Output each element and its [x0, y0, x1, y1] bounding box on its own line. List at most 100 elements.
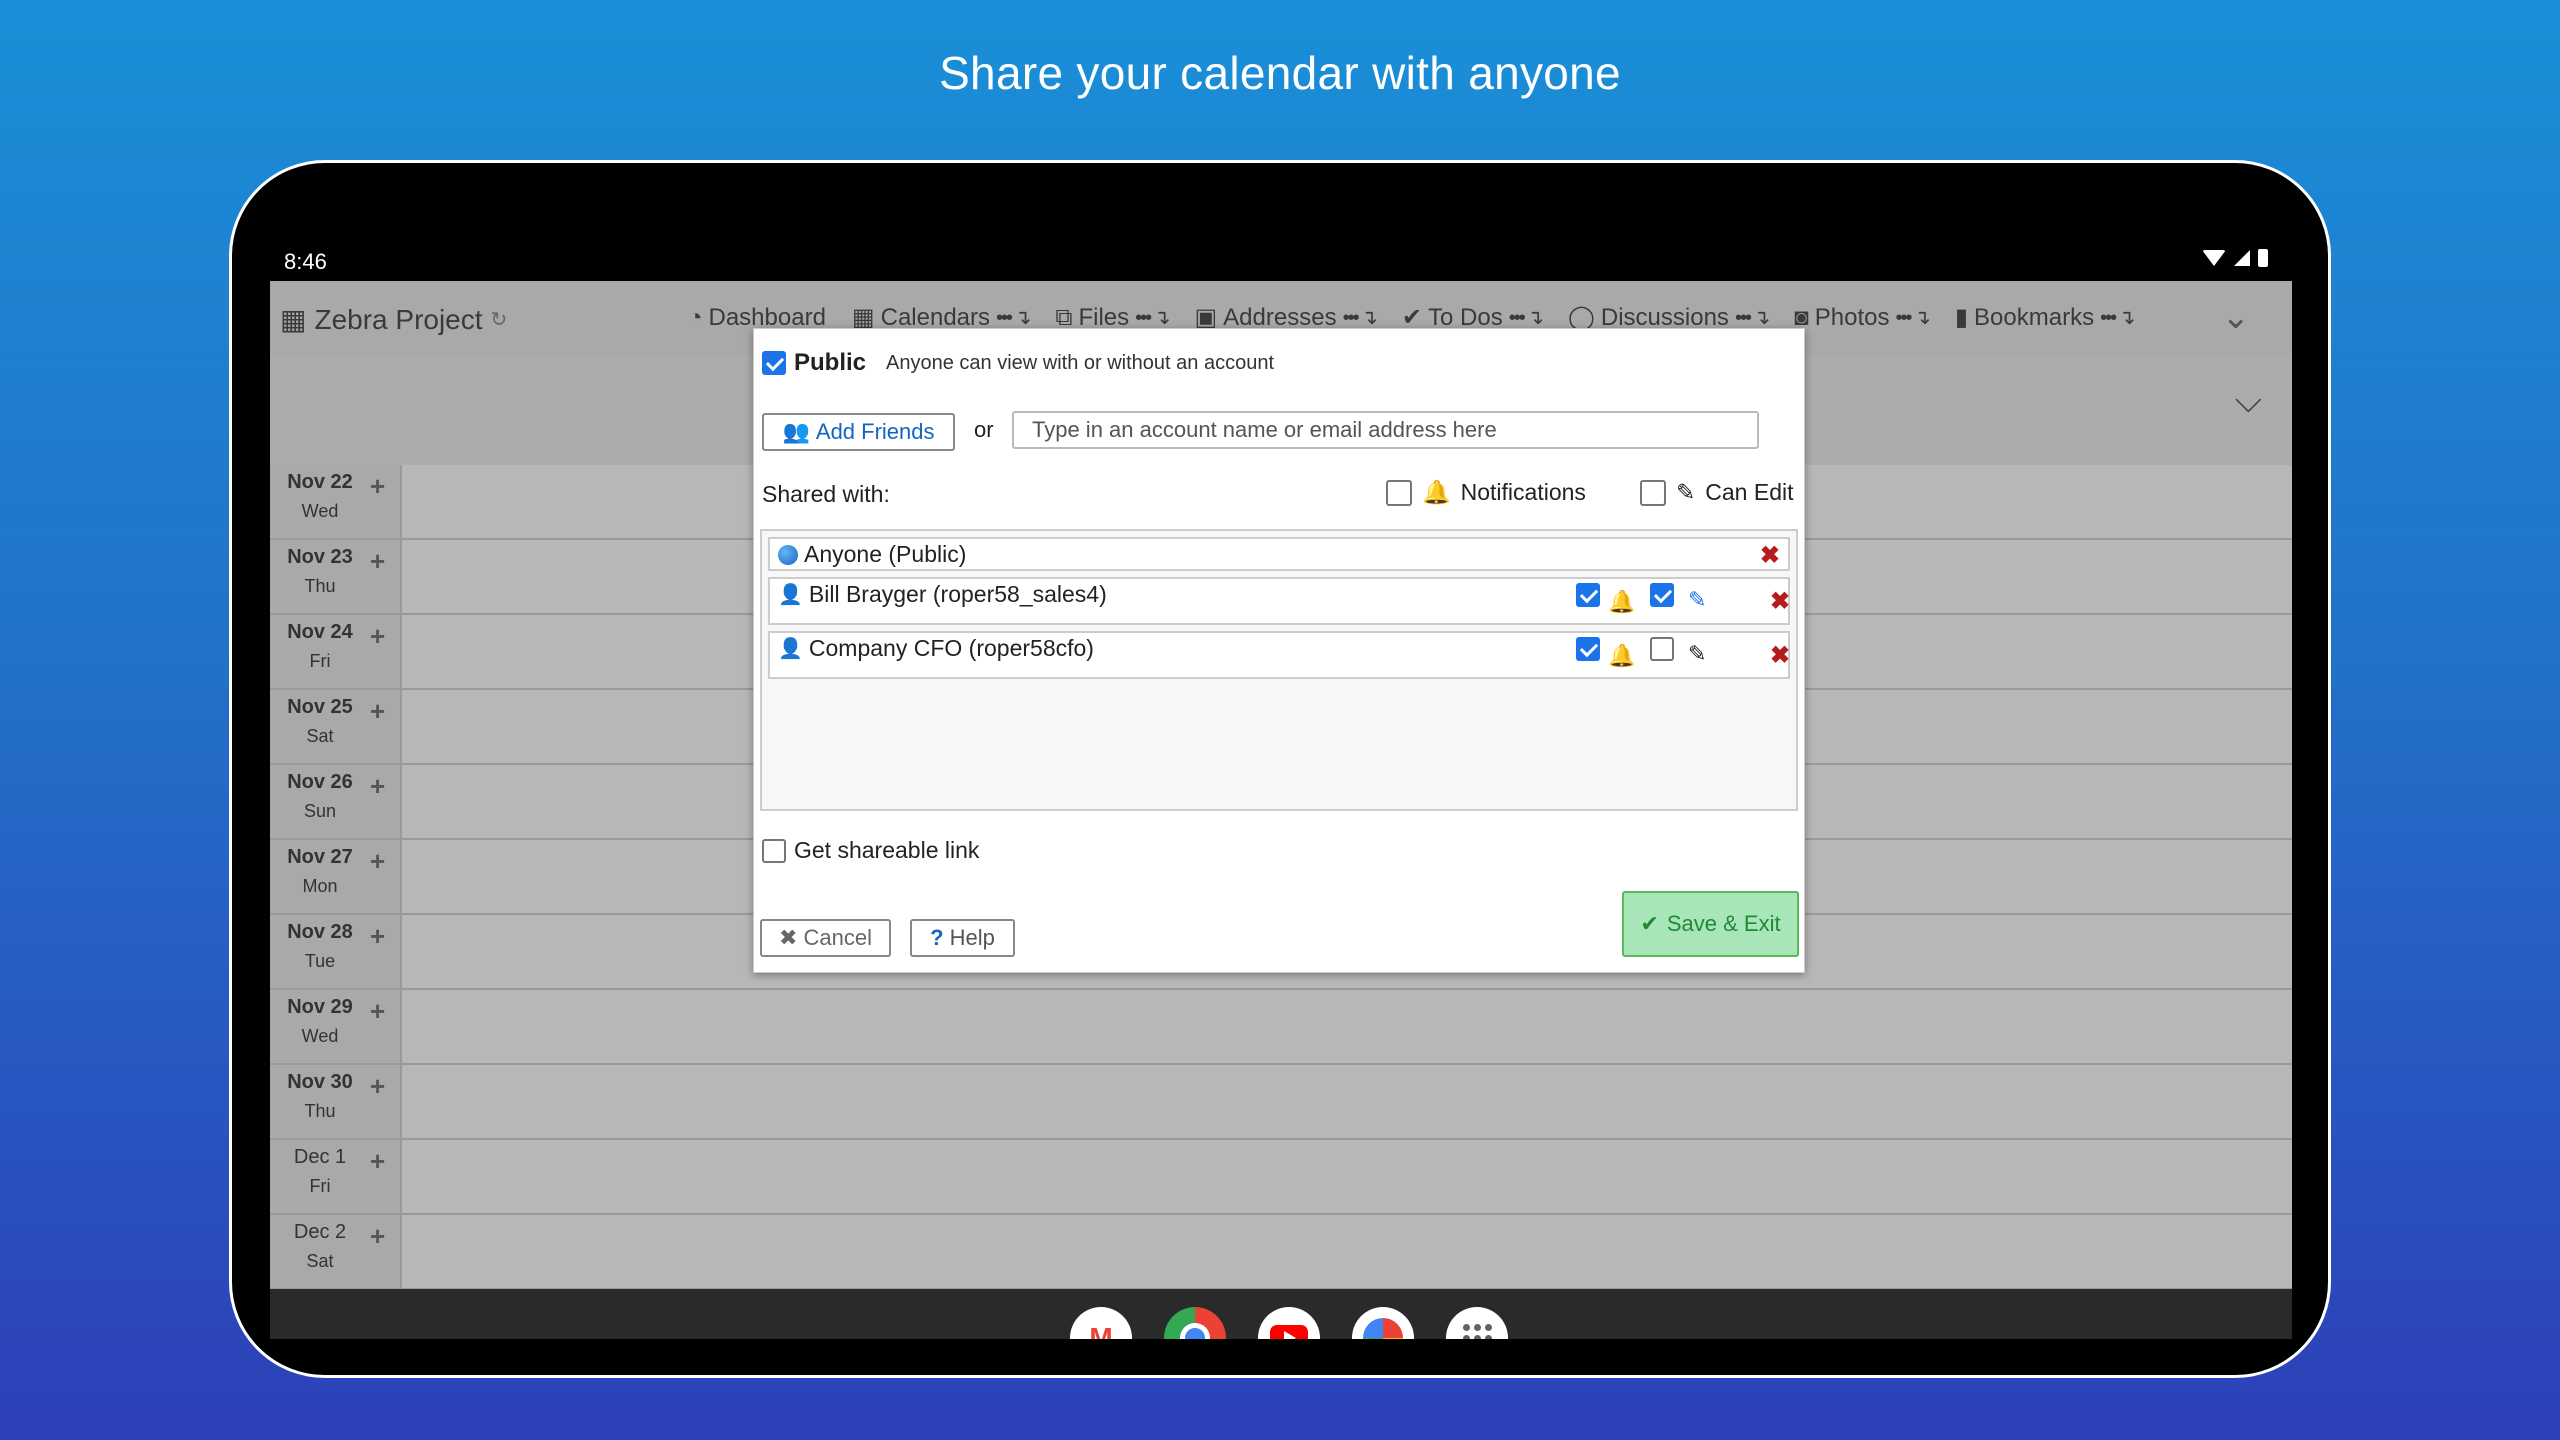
add-event-icon[interactable]: +: [370, 546, 385, 577]
shareable-link-option: Get shareable link: [762, 837, 979, 864]
calendar-icon: ▦: [280, 304, 307, 335]
battery-icon: [2258, 249, 2268, 267]
add-event-icon[interactable]: +: [370, 996, 385, 1027]
add-event-icon[interactable]: +: [370, 696, 385, 727]
save-exit-button[interactable]: ✔ Save & Exit: [1622, 891, 1799, 957]
more-menu-icon[interactable]: ••• ↴: [1735, 305, 1770, 330]
shareable-link-checkbox[interactable]: [762, 838, 786, 863]
more-menu-icon[interactable]: ••• ↴: [1895, 305, 1930, 330]
day-row: Nov 29 Wed +: [270, 990, 2292, 1065]
app-drawer-icon[interactable]: [1446, 1307, 1508, 1339]
day-label: Nov 26 Sun +: [270, 765, 400, 838]
nav-item-photos[interactable]: ◙ Photos ••• ↴: [1794, 303, 1931, 332]
remove-icon[interactable]: ✖: [1760, 541, 1780, 570]
day-cell[interactable]: [400, 1065, 2292, 1138]
public-checkbox[interactable]: [762, 351, 786, 375]
shared-with-label: Shared with:: [762, 481, 890, 507]
day-date: Nov 28: [287, 921, 353, 943]
day-label: Nov 24 Fri +: [270, 615, 400, 688]
add-event-icon[interactable]: +: [370, 771, 385, 802]
day-date: Nov 23: [287, 546, 353, 568]
status-icons: [2202, 249, 2268, 267]
day-label: Nov 27 Mon +: [270, 840, 400, 913]
cancel-label: Cancel: [803, 925, 872, 950]
add-event-icon[interactable]: +: [370, 1146, 385, 1177]
pencil-icon: ✎: [1676, 479, 1696, 505]
day-date: Nov 27: [287, 846, 353, 868]
collapse-menu-icon[interactable]: ⌄: [2222, 297, 2251, 337]
day-date: Nov 25: [287, 696, 353, 718]
check-icon: ✔: [1640, 911, 1659, 936]
day-row: Dec 2 Sat +: [270, 1215, 2292, 1290]
nav-item-bookmarks[interactable]: ▮ Bookmarks ••• ↴: [1954, 303, 2136, 332]
chrome-icon[interactable]: [1164, 1307, 1226, 1339]
more-menu-icon[interactable]: ••• ↴: [2100, 305, 2135, 330]
add-friends-button[interactable]: 👥 Add Friends: [762, 413, 955, 451]
day-weekday: Sat: [306, 1251, 334, 1271]
day-cell[interactable]: [400, 1215, 2292, 1288]
more-menu-icon[interactable]: ••• ↴: [1135, 305, 1170, 330]
day-label: Nov 22 Wed +: [270, 465, 400, 538]
add-event-icon[interactable]: +: [370, 921, 385, 952]
add-event-icon[interactable]: +: [370, 846, 385, 877]
nav-item-label: Bookmarks: [1974, 303, 2095, 331]
project-title: Zebra Project: [314, 303, 483, 335]
account-search-input[interactable]: [1012, 411, 1759, 449]
day-weekday: Thu: [304, 576, 336, 596]
share-row-name: Company CFO (roper58cfo): [808, 635, 1094, 661]
cancel-button[interactable]: ✖ Cancel: [760, 919, 891, 957]
gmail-icon[interactable]: M: [1070, 1307, 1132, 1339]
add-event-icon[interactable]: +: [370, 1071, 385, 1102]
refresh-icon[interactable]: ↻: [491, 307, 508, 332]
day-weekday: Thu: [304, 1101, 336, 1121]
share-row-user: 👤 Company CFO (roper58cfo) 🔔 ✎ ✖: [768, 631, 1790, 679]
help-button[interactable]: ? Help: [910, 919, 1015, 957]
day-weekday: Tue: [304, 951, 336, 971]
share-row-user: 👤 Bill Brayger (roper58_sales4) 🔔 ✎ ✖: [768, 577, 1790, 625]
shareable-link-label: Get shareable link: [794, 837, 980, 863]
more-menu-icon[interactable]: ••• ↴: [1509, 305, 1544, 330]
day-row: Dec 1 Fri +: [270, 1140, 2292, 1215]
photos-icon[interactable]: [1352, 1307, 1414, 1339]
public-option: Public Anyone can view with or without a…: [762, 349, 1274, 377]
can-edit-all-checkbox[interactable]: [1640, 479, 1666, 506]
remove-icon[interactable]: ✖: [1770, 587, 1790, 616]
add-event-icon[interactable]: +: [370, 1221, 385, 1252]
chevron-down-icon[interactable]: ⌵: [2235, 379, 2262, 422]
pencil-icon: ✎: [1688, 587, 1707, 612]
can-edit-label: Can Edit: [1705, 479, 1794, 505]
day-cell[interactable]: [400, 990, 2292, 1063]
cellular-icon: [2234, 250, 2250, 266]
day-date: Nov 26: [287, 771, 353, 793]
day-label: Dec 1 Fri +: [270, 1140, 400, 1213]
notifications-all-checkbox[interactable]: [1386, 479, 1412, 506]
day-label: Nov 30 Thu +: [270, 1065, 400, 1138]
day-weekday: Fri: [309, 1176, 331, 1196]
promo-headline: Share your calendar with anyone: [939, 47, 1621, 99]
project-brand[interactable]: ▦ Zebra Project ↻: [280, 303, 507, 336]
more-menu-icon[interactable]: ••• ↴: [1343, 305, 1378, 330]
add-event-icon[interactable]: +: [370, 471, 385, 502]
pencil-icon: ✎: [1688, 641, 1707, 666]
more-menu-icon[interactable]: ••• ↴: [996, 305, 1031, 330]
share-dialog: Public Anyone can view with or without a…: [753, 328, 1805, 973]
add-event-icon[interactable]: +: [370, 621, 385, 652]
edit-checkbox[interactable]: [1650, 637, 1674, 661]
share-row-name: Bill Brayger (roper58_sales4): [808, 581, 1107, 607]
bell-icon: 🔔: [1608, 589, 1636, 614]
bookmark-icon: ▮: [1954, 304, 1969, 331]
youtube-icon[interactable]: [1258, 1307, 1320, 1339]
bell-icon: 🔔: [1608, 643, 1636, 668]
day-cell[interactable]: [400, 1140, 2292, 1213]
day-date: Dec 2: [293, 1221, 347, 1243]
user-icon: 👤: [778, 584, 803, 606]
edit-checkbox[interactable]: [1650, 583, 1674, 607]
notify-checkbox[interactable]: [1576, 583, 1600, 607]
day-label: Nov 23 Thu +: [270, 540, 400, 613]
notifications-label: Notifications: [1460, 479, 1586, 505]
day-date: Nov 22: [287, 471, 353, 493]
globe-icon: [778, 544, 798, 565]
day-date: Nov 24: [287, 621, 353, 643]
remove-icon[interactable]: ✖: [1770, 641, 1790, 670]
notify-checkbox[interactable]: [1576, 637, 1600, 661]
